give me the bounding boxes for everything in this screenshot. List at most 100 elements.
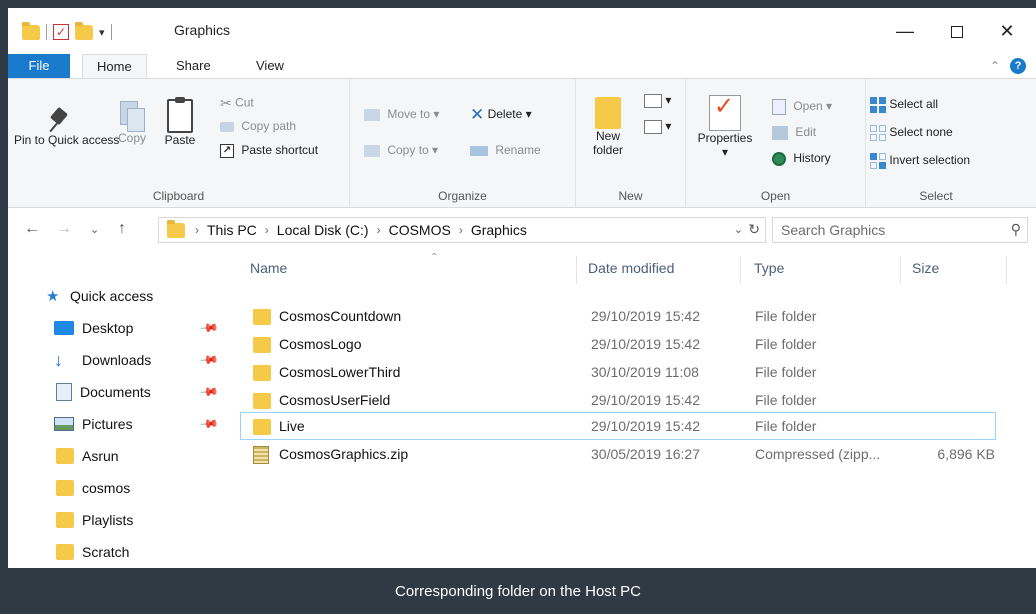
delete-button[interactable]: ✕ Delete ▾: [470, 105, 532, 125]
nav-item-desktop[interactable]: Desktop 📌: [8, 314, 230, 342]
column-divider[interactable]: [576, 256, 577, 284]
screenshot-frame: ✓ ▾ Graphics — ✕ File Home Share View ⌃ …: [0, 0, 1036, 614]
back-button[interactable]: ←: [24, 220, 40, 238]
properties-button[interactable]: Properties▾: [690, 95, 760, 159]
breadcrumb-chevron-icon[interactable]: ›: [459, 223, 463, 237]
column-header-date[interactable]: Date modified: [588, 260, 674, 276]
maximize-button[interactable]: [934, 16, 980, 46]
paste-shortcut-button[interactable]: ↗ Paste shortcut: [220, 143, 318, 158]
search-input[interactable]: [781, 222, 991, 238]
folder-icon[interactable]: [22, 21, 40, 40]
pin-icon[interactable]: 📌: [199, 350, 219, 370]
nav-item-playlists[interactable]: Playlists: [8, 506, 230, 534]
copy-to-button[interactable]: Copy to ▾: [364, 143, 438, 157]
history-button[interactable]: History: [772, 151, 831, 166]
copy-to-label: Copy to: [387, 143, 429, 157]
column-header-name[interactable]: Name: [250, 260, 287, 276]
move-to-button[interactable]: Move to ▾: [364, 107, 439, 121]
pin-icon[interactable]: 📌: [199, 382, 219, 402]
copy-button[interactable]: Copy: [112, 101, 152, 145]
address-dropdown-icon[interactable]: ⌄: [734, 223, 743, 236]
search-box[interactable]: ⚲: [772, 217, 1028, 243]
invert-selection-button[interactable]: Invert selection: [870, 153, 970, 169]
customize-toolbar-dropdown-icon[interactable]: ▾: [99, 26, 105, 39]
up-button[interactable]: ↑: [118, 220, 126, 238]
expand-ribbon-icon[interactable]: ⌃: [990, 59, 1000, 73]
pin-to-quick-access-button[interactable]: Pin to Quick access: [14, 107, 119, 147]
help-icon[interactable]: ?: [1010, 58, 1026, 74]
nav-item-cosmos[interactable]: cosmos: [8, 474, 230, 502]
breadcrumb-chevron-icon[interactable]: ›: [265, 223, 269, 237]
recent-locations-dropdown-icon[interactable]: ⌄: [90, 223, 99, 236]
toolbar-divider: [46, 24, 47, 40]
column-divider[interactable]: [900, 256, 901, 284]
new-folder-button[interactable]: New folder: [582, 97, 634, 157]
pin-icon[interactable]: 📌: [199, 414, 219, 434]
copy-icon: [120, 101, 145, 132]
select-all-label: Select all: [889, 97, 939, 112]
window-title: Graphics: [174, 22, 231, 38]
open-button[interactable]: Open ▾: [772, 99, 832, 115]
refresh-icon[interactable]: ↻: [748, 221, 760, 238]
breadcrumb-local-disk[interactable]: Local Disk (C:): [277, 222, 369, 238]
column-header-type-label: Type: [754, 260, 785, 276]
move-to-label: Move to: [387, 107, 431, 121]
breadcrumb-this-pc[interactable]: This PC: [207, 222, 257, 238]
caption: Corresponding folder on the Host PC: [0, 568, 1036, 614]
copy-path-button[interactable]: Copy path: [220, 119, 296, 133]
pictures-icon: [54, 417, 74, 431]
select-none-button[interactable]: Select none: [870, 125, 953, 141]
cut-label: Cut: [235, 95, 254, 110]
nav-item-asrun[interactable]: Asrun: [8, 442, 230, 470]
rename-button[interactable]: Rename: [470, 143, 541, 157]
folder-icon: [167, 220, 185, 238]
new-folder-icon[interactable]: [75, 21, 93, 40]
file-name: CosmosLowerThird: [279, 364, 401, 380]
tab-file[interactable]: File: [8, 54, 70, 78]
table-row[interactable]: CosmosLowerThird 30/10/2019 11:08 File f…: [240, 358, 996, 386]
table-row[interactable]: CosmosUserField 29/10/2019 15:42 File fo…: [240, 386, 996, 414]
tab-home[interactable]: Home: [82, 54, 147, 78]
table-row-selected[interactable]: Live 29/10/2019 15:42 File folder: [240, 412, 996, 440]
breadcrumb-chevron-icon[interactable]: ›: [195, 223, 199, 237]
title-bar: ✓ ▾ Graphics — ✕: [8, 8, 1036, 52]
file-type: File folder: [755, 418, 817, 434]
column-divider[interactable]: [740, 256, 741, 284]
tab-share[interactable]: Share: [162, 54, 225, 78]
column-divider[interactable]: [1006, 256, 1007, 284]
table-row[interactable]: CosmosGraphics.zip 30/05/2019 16:27 Comp…: [240, 440, 996, 468]
nav-item-pictures[interactable]: Pictures 📌: [8, 410, 230, 438]
table-row[interactable]: CosmosCountdown 29/10/2019 15:42 File fo…: [240, 302, 996, 330]
properties-check-icon[interactable]: ✓: [53, 24, 69, 40]
forward-button[interactable]: →: [56, 220, 72, 238]
nav-item-documents[interactable]: Documents 📌: [8, 378, 230, 406]
file-size: 6,896 KB: [937, 446, 995, 462]
minimize-button[interactable]: —: [882, 16, 928, 46]
nav-quick-access[interactable]: ★ Quick access: [8, 282, 230, 310]
easy-access-button[interactable]: ▾: [644, 119, 671, 134]
address-bar[interactable]: › This PC › Local Disk (C:) › COSMOS › G…: [158, 217, 766, 243]
edit-button[interactable]: Edit: [772, 125, 816, 140]
new-item-icon: [644, 93, 662, 108]
tab-view[interactable]: View: [242, 54, 298, 78]
close-button[interactable]: ✕: [984, 16, 1030, 46]
column-header-size[interactable]: Size: [912, 260, 939, 276]
history-label: History: [793, 151, 831, 165]
select-all-button[interactable]: Select all: [870, 97, 938, 113]
breadcrumb-chevron-icon[interactable]: ›: [377, 223, 381, 237]
search-icon[interactable]: ⚲: [1011, 221, 1021, 238]
scissors-icon: ✂: [220, 95, 232, 111]
new-item-button[interactable]: ▾: [644, 93, 671, 108]
select-group: Select all Select none Invert selection …: [866, 79, 1006, 207]
quick-access-toolbar: ✓ ▾: [22, 21, 112, 42]
column-header-type[interactable]: Type: [754, 260, 784, 276]
table-row[interactable]: CosmosLogo 29/10/2019 15:42 File folder: [240, 330, 996, 358]
cut-button[interactable]: ✂ Cut: [220, 95, 254, 112]
nav-item-downloads[interactable]: ↓ Downloads 📌: [8, 346, 230, 374]
paste-button[interactable]: Paste: [160, 97, 200, 147]
breadcrumb-cosmos[interactable]: COSMOS: [389, 222, 451, 238]
history-icon: [772, 151, 786, 166]
nav-item-scratch[interactable]: Scratch: [8, 538, 230, 566]
pin-icon[interactable]: 📌: [199, 318, 219, 338]
breadcrumb-graphics[interactable]: Graphics: [471, 222, 527, 238]
